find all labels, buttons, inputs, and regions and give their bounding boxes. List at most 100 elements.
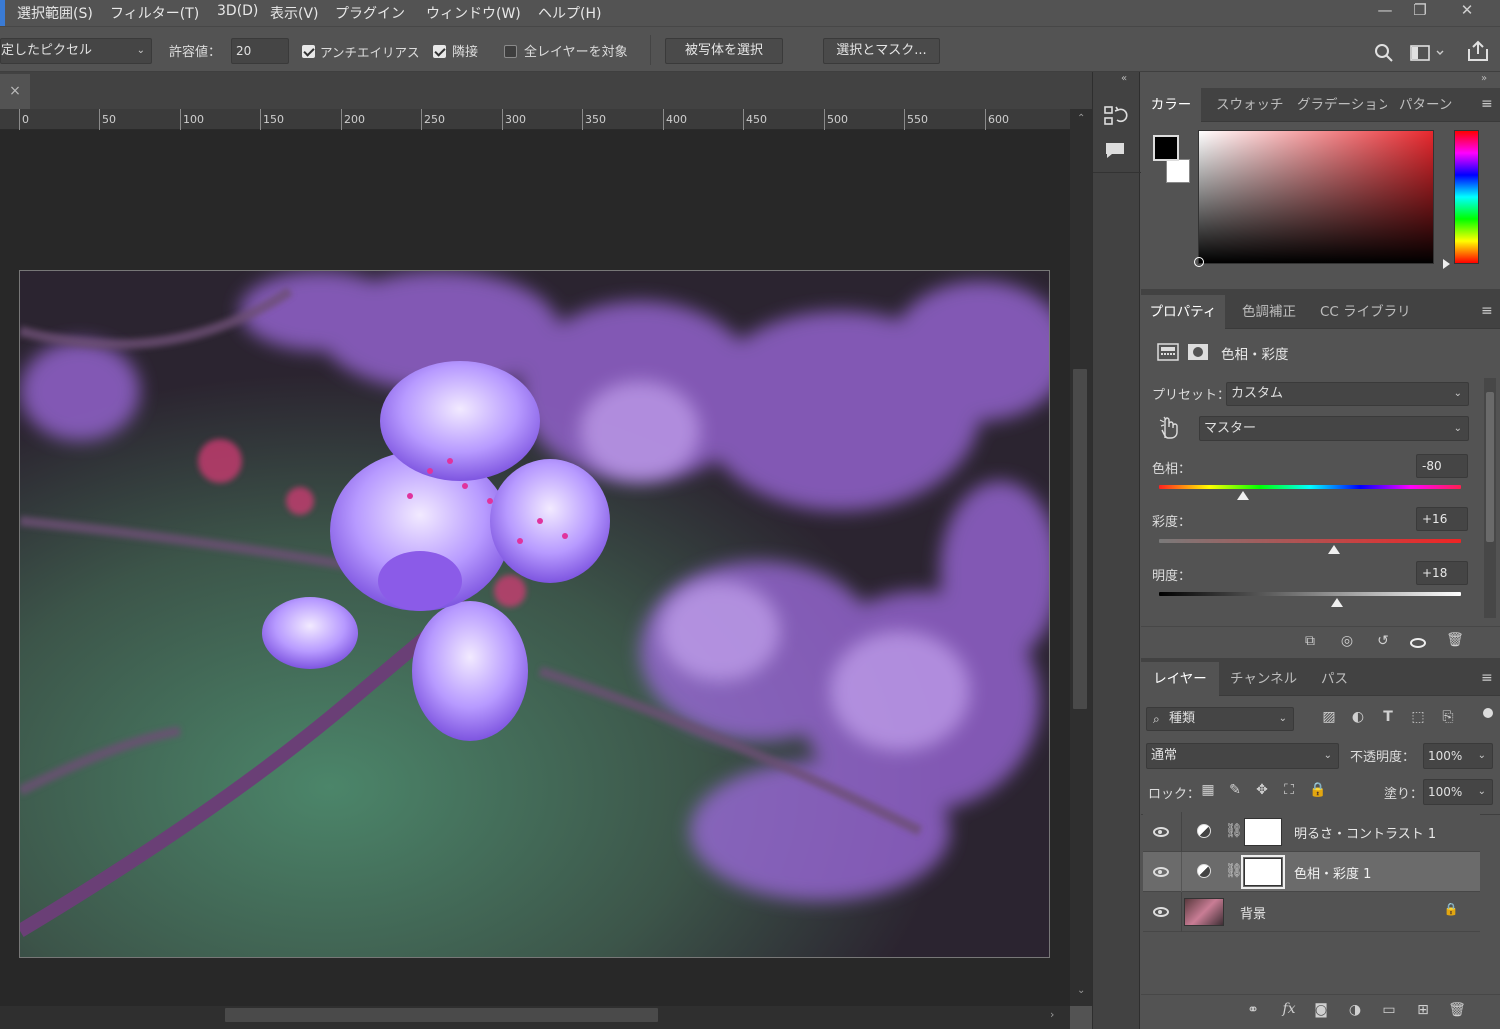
- chain-link-icon[interactable]: ⛓: [1225, 823, 1243, 839]
- mask-thumbnail[interactable]: [1244, 818, 1282, 846]
- shape-filter-icon[interactable]: ⬚: [1408, 709, 1428, 725]
- eye-icon[interactable]: [1410, 638, 1426, 648]
- hue-strip[interactable]: [1454, 130, 1479, 264]
- hue-slider-thumb[interactable]: [1236, 491, 1249, 500]
- lock-artboard-icon[interactable]: ⛶: [1280, 782, 1298, 798]
- layer-row[interactable]: 背景 🔒: [1143, 892, 1480, 932]
- menu-filter[interactable]: フィルター(T): [110, 3, 199, 23]
- lock-position-icon[interactable]: ✥: [1253, 782, 1271, 798]
- contiguous-checkbox[interactable]: [433, 45, 446, 58]
- layer-name[interactable]: 明るさ・コントラスト 1: [1294, 823, 1436, 842]
- targeted-adjust-icon[interactable]: [1158, 416, 1180, 440]
- mask-thumbnail[interactable]: [1244, 858, 1282, 886]
- add-mask-icon[interactable]: ◙: [1309, 1002, 1333, 1018]
- horizontal-scroll-thumb[interactable]: [225, 1008, 658, 1022]
- chevron-down-icon[interactable]: ⌄: [1077, 985, 1085, 996]
- foreground-color-swatch[interactable]: [1153, 135, 1179, 161]
- tab-properties[interactable]: プロパティ: [1141, 295, 1225, 329]
- filter-toggle[interactable]: [1483, 708, 1493, 718]
- preset-dropdown[interactable]: カスタム ⌄: [1226, 382, 1469, 406]
- saturation-slider-track[interactable]: [1159, 539, 1461, 543]
- chevron-up-icon[interactable]: ⌃: [1077, 113, 1085, 124]
- tab-patterns[interactable]: パターン: [1399, 88, 1459, 122]
- sample-mode-dropdown[interactable]: 定したピクセル ⌄: [0, 38, 152, 64]
- pixel-filter-icon[interactable]: ▨: [1319, 709, 1339, 725]
- tab-color[interactable]: カラー: [1141, 88, 1201, 122]
- layer-name[interactable]: 背景: [1240, 903, 1266, 922]
- trash-icon[interactable]: 🗑: [1442, 632, 1468, 648]
- color-picker-ring[interactable]: [1194, 257, 1204, 267]
- properties-scroll-thumb[interactable]: [1486, 392, 1494, 542]
- tab-gradients[interactable]: グラデーション: [1297, 88, 1387, 122]
- menu-help[interactable]: ヘルプ(H): [538, 3, 601, 23]
- layer-row[interactable]: ⛓ 明るさ・コントラスト 1: [1143, 812, 1480, 852]
- restore-button[interactable]: ❐: [1405, 0, 1435, 22]
- tab-cc-libraries[interactable]: CC ライブラリ: [1320, 295, 1411, 329]
- tab-adjustments[interactable]: 色調補正: [1242, 295, 1296, 329]
- collapse-icon[interactable]: «: [1121, 73, 1127, 84]
- hue-slider-track[interactable]: [1159, 485, 1461, 489]
- minimize-button[interactable]: —: [1370, 0, 1400, 22]
- tab-swatches[interactable]: スウォッチ: [1216, 88, 1288, 122]
- select-mask-button[interactable]: 選択とマスク...: [823, 38, 940, 64]
- hue-value-input[interactable]: -80: [1416, 454, 1468, 478]
- channel-dropdown[interactable]: マスター ⌄: [1199, 416, 1469, 441]
- menu-plugins[interactable]: プラグイン: [335, 3, 405, 23]
- layer-name[interactable]: 色相・彩度 1: [1294, 863, 1371, 882]
- panel-menu-icon[interactable]: ≡: [1481, 670, 1493, 686]
- folder-icon[interactable]: ▭: [1377, 1002, 1401, 1018]
- menu-select[interactable]: 選択範囲(S): [17, 3, 93, 23]
- lock-transparent-icon[interactable]: ▦: [1199, 782, 1217, 798]
- smart-object-filter-icon[interactable]: ⎘: [1438, 709, 1458, 725]
- lock-all-icon[interactable]: 🔒: [1309, 782, 1327, 798]
- menu-3d[interactable]: 3D(D): [217, 3, 258, 19]
- all-layers-checkbox[interactable]: [504, 45, 517, 58]
- vertical-scroll-thumb[interactable]: [1073, 369, 1087, 709]
- view-previous-icon[interactable]: ◎: [1334, 633, 1360, 649]
- chevron-right-icon[interactable]: ›: [1050, 1008, 1054, 1021]
- saturation-slider-thumb[interactable]: [1328, 545, 1341, 554]
- mask-icon[interactable]: [1187, 342, 1209, 362]
- layer-row-selected[interactable]: ⛓ 色相・彩度 1: [1143, 852, 1480, 892]
- tab-paths[interactable]: パス: [1321, 662, 1348, 696]
- vertical-scrollbar[interactable]: ⌃ ⌄: [1070, 109, 1092, 1006]
- background-color-swatch[interactable]: [1166, 159, 1190, 183]
- new-layer-icon[interactable]: ⊞: [1411, 1002, 1435, 1018]
- hue-strip-marker[interactable]: [1443, 259, 1450, 269]
- workspace-icon[interactable]: [1410, 44, 1444, 62]
- tolerance-input[interactable]: 20: [231, 38, 289, 64]
- properties-scrollbar[interactable]: [1484, 378, 1496, 618]
- fx-icon[interactable]: fx: [1277, 1001, 1301, 1017]
- saturation-value-input[interactable]: +16: [1416, 507, 1468, 531]
- color-field[interactable]: [1194, 130, 1434, 267]
- lock-pixels-icon[interactable]: ✎: [1226, 782, 1244, 798]
- close-window-button[interactable]: ✕: [1452, 0, 1482, 22]
- panel-menu-icon[interactable]: ≡: [1481, 96, 1493, 112]
- type-filter-icon[interactable]: T: [1378, 709, 1398, 725]
- opacity-input[interactable]: 100% ⌄: [1423, 743, 1493, 769]
- adjustment-filter-icon[interactable]: ◐: [1348, 709, 1368, 725]
- comment-icon[interactable]: [1104, 140, 1128, 162]
- history-icon[interactable]: [1103, 104, 1129, 130]
- eye-icon[interactable]: [1153, 867, 1169, 877]
- share-icon[interactable]: [1466, 40, 1490, 62]
- menu-window[interactable]: ウィンドウ(W): [426, 3, 521, 23]
- select-subject-button[interactable]: 被写体を選択: [665, 38, 783, 64]
- new-adjustment-icon[interactable]: ◑: [1343, 1002, 1367, 1018]
- tab-layers[interactable]: レイヤー: [1141, 662, 1219, 696]
- eye-icon[interactable]: [1153, 907, 1169, 917]
- reset-icon[interactable]: ↺: [1370, 633, 1396, 649]
- document-image[interactable]: [19, 270, 1050, 958]
- eye-icon[interactable]: [1153, 827, 1169, 837]
- layer-thumbnail[interactable]: [1184, 898, 1224, 926]
- expand-icon[interactable]: »: [1481, 73, 1487, 84]
- link-layers-icon[interactable]: ⚭: [1241, 1002, 1265, 1018]
- document-tab-close[interactable]: ×: [0, 74, 30, 109]
- chain-link-icon[interactable]: ⛓: [1225, 863, 1243, 879]
- antialias-checkbox[interactable]: [302, 45, 315, 58]
- lightness-value-input[interactable]: +18: [1416, 561, 1468, 585]
- lightness-slider-thumb[interactable]: [1331, 598, 1344, 607]
- blend-mode-dropdown[interactable]: 通常 ⌄: [1146, 743, 1339, 769]
- layer-filter-dropdown[interactable]: ⌕ 種類 ⌄: [1146, 707, 1294, 731]
- search-icon[interactable]: [1374, 43, 1394, 63]
